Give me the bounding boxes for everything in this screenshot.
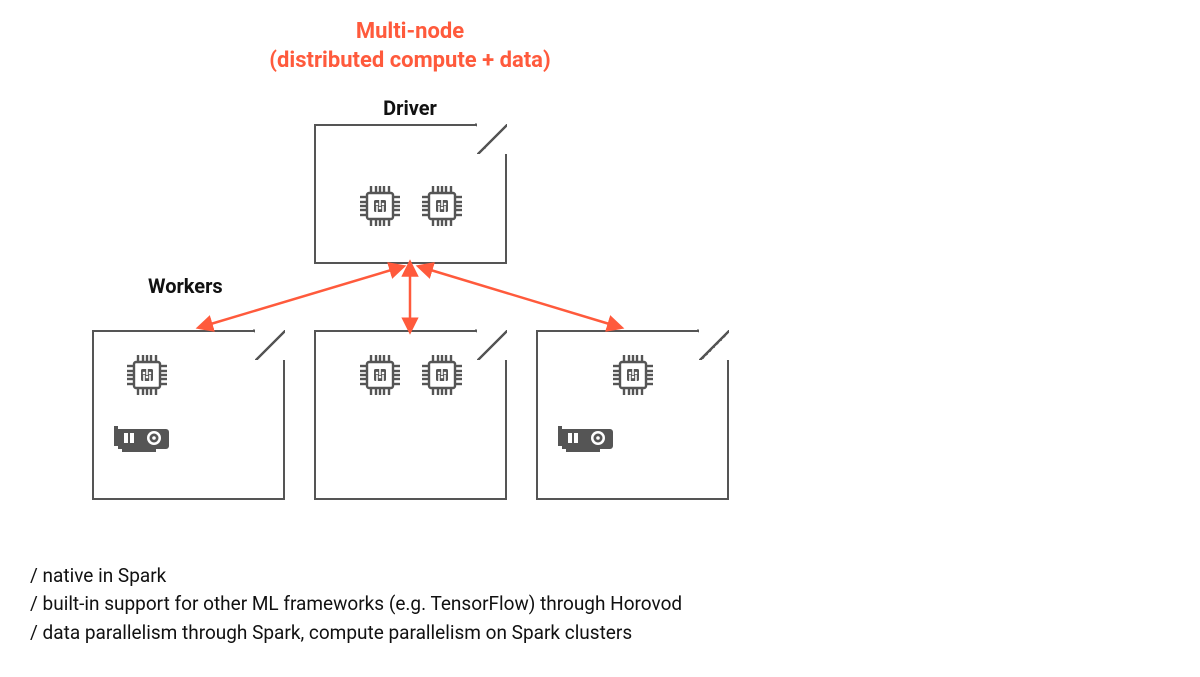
cpu-chip-icon bbox=[606, 348, 660, 402]
bullet-1: / native in Spark bbox=[30, 562, 682, 591]
cpu-chip-icon bbox=[353, 179, 407, 233]
cpu-chip-icon bbox=[415, 348, 469, 402]
cpu-chip-icon bbox=[120, 348, 174, 402]
driver-node bbox=[314, 124, 507, 264]
title-line-2: (distributed compute + data) bbox=[269, 48, 550, 73]
diagram-title: Multi-node (distributed compute + data) bbox=[0, 18, 820, 75]
worker-node-3 bbox=[536, 330, 729, 500]
gpu-card-icon bbox=[110, 420, 172, 454]
driver-label: Driver bbox=[0, 96, 820, 120]
workers-label: Workers bbox=[148, 274, 223, 298]
cpu-chip-icon bbox=[353, 348, 407, 402]
cpu-chip-icon bbox=[415, 179, 469, 233]
worker-node-1 bbox=[92, 330, 285, 500]
title-line-1: Multi-node bbox=[356, 19, 464, 44]
bullet-3: / data parallelism through Spark, comput… bbox=[30, 619, 682, 648]
footer-bullets: / native in Spark / built-in support for… bbox=[30, 562, 682, 648]
gpu-card-icon bbox=[554, 420, 616, 454]
worker-node-2 bbox=[314, 330, 507, 500]
bullet-2: / built-in support for other ML framewor… bbox=[30, 590, 682, 619]
